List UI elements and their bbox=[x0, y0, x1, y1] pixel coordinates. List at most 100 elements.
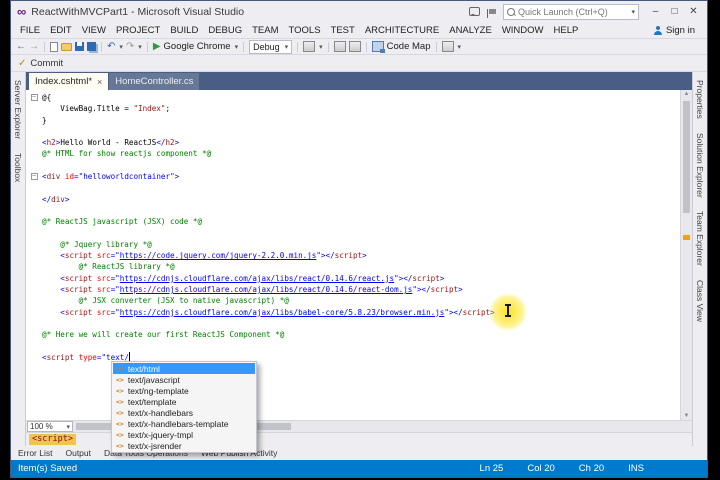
tool-tab-team-explorer[interactable]: Team Explorer bbox=[695, 211, 705, 266]
fold-margin: – bbox=[26, 92, 42, 103]
maximize-button[interactable]: □ bbox=[665, 4, 684, 20]
list-tool-icon[interactable] bbox=[441, 41, 454, 52]
vertical-scrollbar[interactable]: ▲ ▼ bbox=[680, 90, 692, 420]
markup-icon: <> bbox=[116, 364, 124, 373]
menu-item-analyze[interactable]: ANALYZE bbox=[444, 25, 497, 36]
code-line[interactable] bbox=[26, 160, 680, 171]
scrollbar-thumb[interactable] bbox=[683, 101, 690, 213]
tool-tab-properties[interactable]: Properties bbox=[695, 80, 705, 119]
browser-target-label[interactable]: Google Chrome bbox=[164, 41, 231, 52]
code-line[interactable]: @* ReactJS javascript (JSX) code *@ bbox=[26, 216, 680, 227]
code-line[interactable]: <script src="https://code.jquery.com/jqu… bbox=[26, 250, 680, 261]
code-line[interactable]: } bbox=[26, 115, 680, 126]
menu-item-architecture[interactable]: ARCHITECTURE bbox=[360, 25, 444, 36]
solution-config-dropdown[interactable]: Debug ▾ bbox=[249, 39, 293, 54]
menu-item-debug[interactable]: DEBUG bbox=[203, 25, 247, 36]
menu-item-test[interactable]: TEST bbox=[326, 25, 360, 36]
mouse-cursor-icon bbox=[505, 304, 511, 317]
code-line[interactable] bbox=[26, 341, 680, 352]
start-debug-button[interactable]: ▶ bbox=[153, 41, 161, 53]
navigate-back-button[interactable]: ← bbox=[16, 41, 26, 53]
close-button[interactable]: ✕ bbox=[684, 4, 703, 20]
scroll-down-icon[interactable]: ▼ bbox=[681, 413, 692, 419]
chevron-down-icon[interactable]: ▾ bbox=[319, 43, 323, 51]
code-line[interactable]: @* JSX converter (JSX to native javascri… bbox=[26, 295, 680, 306]
build-tool-icon[interactable] bbox=[303, 41, 316, 52]
quick-launch-box[interactable]: Quick Launch (Ctrl+Q) ▾ bbox=[503, 3, 639, 20]
menu-item-team[interactable]: TEAM bbox=[247, 25, 283, 36]
code-line[interactable]: </div> bbox=[26, 194, 680, 205]
fold-collapse-icon[interactable]: – bbox=[30, 94, 38, 102]
intellisense-item-text-html[interactable]: <> text/html bbox=[113, 363, 255, 374]
document-tab-homecontroller-cs[interactable]: HomeController.cs bbox=[109, 73, 200, 90]
fold-margin bbox=[26, 216, 42, 227]
toolbar-options-icon[interactable]: ▾ bbox=[458, 43, 462, 51]
menu-item-build[interactable]: BUILD bbox=[165, 25, 203, 36]
intellisense-item-text-x-jquery-tmpl[interactable]: <> text/x-jquery-tmpl bbox=[113, 429, 255, 440]
panel-tab-error-list[interactable]: Error List bbox=[18, 448, 52, 458]
breadcrumb[interactable]: <script> bbox=[29, 434, 76, 445]
menu-item-tools[interactable]: TOOLS bbox=[284, 25, 326, 36]
search-icon bbox=[507, 7, 515, 16]
intellisense-item-text-template[interactable]: <> text/template bbox=[113, 396, 255, 407]
menu-item-window[interactable]: WINDOW bbox=[497, 25, 549, 36]
code-line[interactable] bbox=[26, 318, 680, 329]
comment-tool-icon[interactable] bbox=[348, 41, 361, 52]
feedback-icon[interactable] bbox=[469, 7, 480, 16]
code-line[interactable] bbox=[26, 126, 680, 137]
intellisense-label: text/html bbox=[127, 363, 160, 374]
undo-dropdown-icon[interactable]: ▾ bbox=[119, 43, 123, 51]
code-line[interactable]: <script src="https://cdnjs.cloudflare.co… bbox=[26, 284, 680, 295]
browser-dropdown-icon[interactable]: ▾ bbox=[235, 43, 239, 51]
intellisense-item-text-x-handlebars-template[interactable]: <> text/x-handlebars-template bbox=[113, 418, 255, 429]
code-line[interactable] bbox=[26, 205, 680, 216]
menu-item-file[interactable]: FILE bbox=[15, 25, 45, 36]
intellisense-item-text-ng-template[interactable]: <> text/ng-template bbox=[113, 385, 255, 396]
menu-item-help[interactable]: HELP bbox=[549, 25, 584, 36]
fold-collapse-icon[interactable]: – bbox=[30, 173, 38, 181]
open-file-button[interactable] bbox=[61, 42, 72, 51]
minimize-button[interactable]: – bbox=[646, 4, 665, 20]
code-line[interactable] bbox=[26, 182, 680, 193]
intellisense-item-text-x-jsrender[interactable]: <> text/x-jsrender bbox=[113, 440, 255, 451]
menu-item-edit[interactable]: EDIT bbox=[45, 25, 77, 36]
redo-button[interactable]: ↷ bbox=[126, 41, 134, 53]
notifications-icon[interactable] bbox=[487, 9, 496, 18]
code-line[interactable]: – <div id="helloworldcontainer"> bbox=[26, 171, 680, 182]
code-line[interactable] bbox=[26, 228, 680, 239]
code-line[interactable]: @* Here we will create our first ReactJS… bbox=[26, 329, 680, 340]
zoom-control[interactable]: 100 % ▾ bbox=[27, 421, 73, 432]
redo-dropdown-icon[interactable]: ▾ bbox=[138, 43, 142, 51]
code-line[interactable]: @* ReactJS library *@ bbox=[26, 261, 680, 272]
code-line[interactable]: <script src="https://cdnjs.cloudflare.co… bbox=[26, 307, 680, 318]
intellisense-item-text-javascript[interactable]: <> text/javascript bbox=[113, 374, 255, 385]
commit-button[interactable]: Commit bbox=[30, 58, 63, 69]
save-button[interactable] bbox=[75, 42, 84, 51]
code-line[interactable]: @* HTML for show reactjs component *@ bbox=[26, 148, 680, 159]
code-line[interactable]: – @{ bbox=[26, 92, 680, 103]
document-tab-index-cshtml-[interactable]: Index.cshtml* × bbox=[29, 73, 109, 90]
code-map-icon[interactable] bbox=[371, 41, 385, 53]
code-line[interactable]: @* Jquery library *@ bbox=[26, 239, 680, 250]
menu-item-project[interactable]: PROJECT bbox=[111, 25, 165, 36]
code-line[interactable]: <h2>Hello World - ReactJS</h2> bbox=[26, 137, 680, 148]
save-all-button[interactable] bbox=[87, 42, 96, 51]
tool-tab-class-view[interactable]: Class View bbox=[695, 280, 705, 322]
find-tool-icon[interactable] bbox=[333, 41, 346, 52]
intellisense-item-text-x-handlebars[interactable]: <> text/x-handlebars bbox=[113, 407, 255, 418]
code-line[interactable]: ViewBag.Title = "Index"; bbox=[26, 103, 680, 114]
tool-tab-server-explorer[interactable]: Server Explorer bbox=[13, 80, 23, 139]
navigate-forward-button[interactable]: → bbox=[29, 41, 39, 53]
code-map-label[interactable]: Code Map bbox=[387, 41, 431, 52]
new-file-button[interactable] bbox=[50, 41, 58, 52]
undo-button[interactable]: ↶ bbox=[107, 41, 115, 53]
tool-tab-toolbox[interactable]: Toolbox bbox=[13, 153, 23, 182]
scroll-up-icon[interactable]: ▲ bbox=[681, 91, 692, 97]
code-line[interactable]: <script src="https://cdnjs.cloudflare.co… bbox=[26, 273, 680, 284]
chevron-down-icon[interactable]: ▾ bbox=[631, 8, 635, 16]
close-tab-icon[interactable]: × bbox=[97, 77, 102, 87]
sign-in-button[interactable]: Sign in bbox=[653, 25, 703, 36]
tool-tab-solution-explorer[interactable]: Solution Explorer bbox=[695, 133, 705, 198]
menu-item-view[interactable]: VIEW bbox=[77, 25, 111, 36]
panel-tab-output[interactable]: Output bbox=[65, 448, 91, 458]
